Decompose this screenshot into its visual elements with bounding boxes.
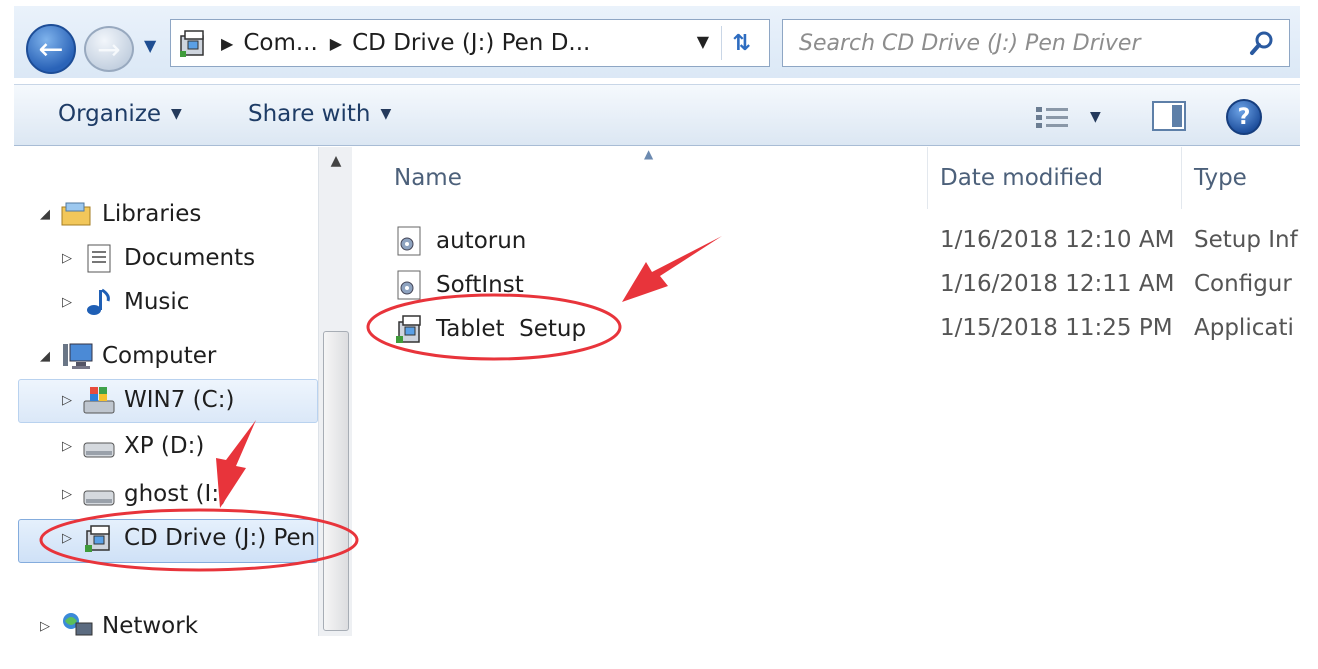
recent-pages-chevron-down-icon[interactable]: ▼: [144, 36, 156, 55]
file-name: Tablet Setup: [436, 316, 587, 342]
explorer-window: ← → ▼ ▶ Com... ▶ CD Drive (J:) Pen D... …: [14, 6, 1300, 636]
column-header-date[interactable]: Date modified: [930, 147, 1182, 209]
breadcrumb-cd-drive[interactable]: CD Drive (J:) Pen D...: [352, 30, 590, 56]
tree-item-label: Libraries: [102, 201, 202, 227]
file-row-tablet-setup[interactable]: Tablet Setup 1/15/2018 11:25 PM Applicat…: [354, 307, 1300, 349]
collapsed-arrow-icon[interactable]: ▷: [62, 531, 82, 546]
file-name: SoftInst: [436, 272, 524, 298]
file-name-cell[interactable]: autorun: [394, 225, 526, 257]
cd-drive-icon: [180, 30, 204, 57]
chevron-down-icon: ▼: [380, 106, 392, 122]
column-header-type[interactable]: Type: [1184, 147, 1300, 209]
sort-ascending-icon: ▲: [644, 147, 654, 161]
column-header-name[interactable]: Name: [384, 147, 928, 209]
hard-drive-icon: [83, 442, 115, 458]
tree-item-label: CD Drive (J:) Pen: [124, 525, 316, 551]
organize-label: Organize: [58, 101, 162, 127]
back-arrow-icon: ←: [38, 31, 64, 67]
back-button[interactable]: ←: [26, 24, 76, 74]
computer-icon: [63, 343, 93, 369]
file-date: 1/15/2018 11:25 PM: [940, 315, 1173, 341]
settings-file-icon: [397, 270, 421, 300]
tree-item-network[interactable]: ▷ Network: [40, 611, 198, 636]
refresh-icon: ⇅: [732, 30, 751, 56]
tree-item-music[interactable]: ▷ Music: [62, 287, 189, 317]
change-view-icon[interactable]: [1034, 105, 1074, 129]
column-header-label: Name: [394, 165, 462, 191]
libraries-icon: [61, 202, 91, 226]
file-name-cell[interactable]: Tablet Setup: [394, 313, 586, 345]
tree-item-ghost-drive[interactable]: ▷ ghost (I:): [62, 479, 228, 509]
documents-icon: [87, 244, 111, 273]
address-box[interactable]: ▶ Com... ▶ CD Drive (J:) Pen D... ▼ ⇅: [170, 19, 770, 67]
expanded-arrow-icon[interactable]: ◢: [40, 207, 60, 222]
network-icon: [63, 613, 93, 636]
collapsed-arrow-icon[interactable]: ▷: [62, 487, 82, 502]
windows-drive-icon: [83, 387, 115, 414]
share-with-button[interactable]: Share with ▼: [248, 101, 391, 127]
address-history-chevron-down-icon[interactable]: ▼: [697, 32, 709, 51]
tree-item-label: XP (D:): [124, 433, 205, 459]
collapsed-arrow-icon[interactable]: ▷: [40, 619, 60, 634]
tree-item-label: Music: [124, 289, 190, 315]
chevron-down-icon: ▼: [171, 106, 182, 122]
tree-item-label: Computer: [102, 343, 217, 369]
forward-arrow-icon: →: [97, 32, 121, 66]
navigation-scrollbar[interactable]: ▲: [318, 147, 352, 636]
breadcrumb-computer[interactable]: Com...: [243, 30, 317, 56]
tree-item-label: ghost (I:): [124, 481, 229, 507]
tree-item-xp-drive[interactable]: ▷ XP (D:): [62, 431, 204, 461]
tree-item-cd-drive[interactable]: ▷ CD Drive (J:) Pen: [62, 523, 315, 553]
file-row-autorun[interactable]: autorun 1/16/2018 12:10 AM Setup Inf: [354, 219, 1300, 261]
breadcrumb-separator[interactable]: ▶: [330, 34, 342, 53]
navigation-pane: ◢ Libraries ▷ Documents ▷ Music ◢ Comput…: [14, 147, 352, 636]
collapsed-arrow-icon[interactable]: ▷: [62, 439, 82, 454]
preview-pane-icon[interactable]: [1152, 101, 1186, 131]
forward-button[interactable]: →: [84, 26, 134, 72]
breadcrumb-separator[interactable]: ▶: [221, 34, 233, 53]
tree-item-computer[interactable]: ◢ Computer: [40, 341, 216, 371]
tree-item-win7-drive[interactable]: ▷ WIN7 (C:): [62, 385, 234, 415]
collapsed-arrow-icon[interactable]: ▷: [62, 295, 82, 310]
expanded-arrow-icon[interactable]: ◢: [40, 349, 60, 364]
collapsed-arrow-icon[interactable]: ▷: [62, 251, 82, 266]
tree-item-libraries[interactable]: ◢ Libraries: [40, 199, 201, 229]
scroll-up-arrow-icon[interactable]: ▲: [319, 153, 353, 169]
search-icon[interactable]: [1247, 28, 1277, 58]
share-with-label: Share with: [248, 101, 371, 127]
cd-drive-icon: [85, 525, 110, 552]
collapsed-arrow-icon[interactable]: ▷: [62, 393, 82, 408]
column-header-label: Type: [1194, 165, 1247, 191]
address-bar-row: ← → ▼ ▶ Com... ▶ CD Drive (J:) Pen D... …: [14, 6, 1300, 78]
tree-item-label: WIN7 (C:): [124, 387, 235, 413]
file-list: Name ▲ Date modified Type autorun 1/16/2…: [354, 147, 1300, 636]
file-name-cell[interactable]: SoftInst: [394, 269, 524, 301]
refresh-button[interactable]: ⇅: [721, 26, 761, 60]
tree-item-documents[interactable]: ▷ Documents: [62, 243, 255, 273]
column-header-label: Date modified: [940, 165, 1103, 191]
file-date: 1/16/2018 12:11 AM: [940, 271, 1175, 297]
scrollbar-thumb[interactable]: [323, 331, 349, 631]
tree-item-label: Documents: [124, 245, 256, 271]
hard-drive-icon: [83, 490, 115, 506]
file-type: Setup Inf: [1194, 227, 1298, 253]
file-date: 1/16/2018 12:10 AM: [940, 227, 1175, 253]
file-name: autorun: [436, 228, 527, 254]
search-placeholder: Search CD Drive (J:) Pen Driver: [799, 30, 1141, 56]
view-options-chevron-down-icon[interactable]: ▼: [1090, 109, 1101, 125]
tree-item-label: Network: [102, 613, 199, 636]
help-icon[interactable]: ?: [1226, 99, 1262, 135]
organize-button[interactable]: Organize ▼: [58, 101, 182, 127]
music-icon: [87, 288, 110, 315]
setup-app-icon: [396, 315, 421, 343]
file-type: Configur: [1194, 271, 1292, 297]
file-type: Applicati: [1194, 315, 1294, 341]
search-input[interactable]: Search CD Drive (J:) Pen Driver: [782, 19, 1290, 67]
command-toolbar: Organize ▼ Share with ▼ ▼ ?: [14, 84, 1300, 146]
settings-file-icon: [397, 226, 421, 256]
file-row-softinst[interactable]: SoftInst 1/16/2018 12:11 AM Configur: [354, 263, 1300, 305]
